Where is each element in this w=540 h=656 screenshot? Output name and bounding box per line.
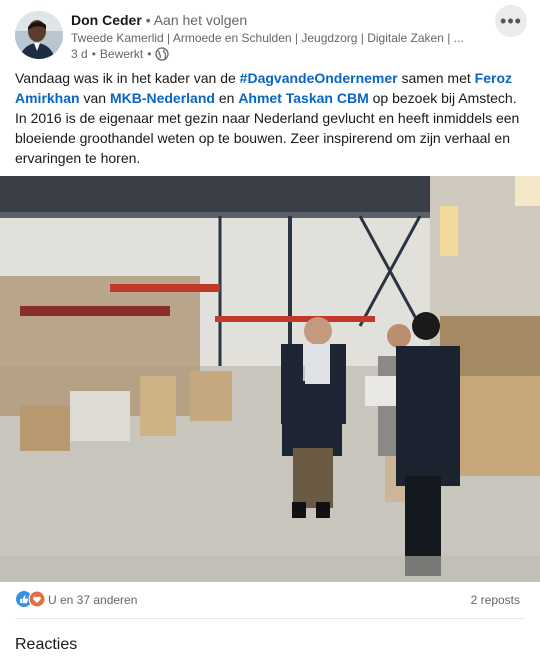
post-image[interactable] — [0, 176, 540, 582]
post-meta: 3 d • Bewerkt • — [71, 47, 170, 61]
hashtag-link[interactable]: #DagvandeOndernemer — [240, 70, 398, 86]
reaction-icons[interactable] — [15, 590, 49, 608]
divider — [15, 618, 525, 619]
dot-separator: • — [145, 12, 154, 28]
post-header: Don Ceder • Aan het volgen Tweede Kamerl… — [0, 0, 540, 66]
post-text-segment: en — [214, 90, 239, 106]
post-body: Vandaag was ik in het kader van de #Dagv… — [15, 68, 525, 168]
avatar-image — [15, 11, 63, 59]
reaction-count[interactable]: U en 37 anderen — [48, 593, 137, 607]
author-line: Don Ceder • Aan het volgen — [71, 12, 247, 28]
more-options-button[interactable]: ••• — [495, 5, 527, 37]
post-text-segment: Vandaag was ik in het kader van de — [15, 70, 240, 86]
dot-separator: • — [147, 47, 152, 61]
post-card: Don Ceder • Aan het volgen Tweede Kamerl… — [0, 0, 540, 656]
avatar[interactable] — [15, 11, 63, 59]
post-text-segment: samen met — [397, 70, 475, 86]
dot-separator: • — [91, 47, 96, 61]
follow-status: Aan het volgen — [153, 12, 248, 28]
edited-label: Bewerkt — [99, 47, 144, 61]
author-headline: Tweede Kamerlid | Armoede en Schulden | … — [71, 31, 464, 45]
ellipsis-icon: ••• — [500, 10, 522, 31]
comments-heading: Reacties — [15, 636, 78, 653]
social-counts: U en 37 anderen 2 reposts — [0, 590, 540, 610]
mention-link[interactable]: MKB-Nederland — [110, 90, 215, 106]
love-icon — [28, 590, 46, 608]
post-age: 3 d — [71, 47, 88, 61]
author-name[interactable]: Don Ceder — [71, 12, 142, 28]
mention-link[interactable]: Ahmet Taskan CBM — [238, 90, 368, 106]
post-text-segment: van — [79, 90, 110, 106]
reposts-count[interactable]: 2 reposts — [471, 593, 520, 607]
globe-icon — [155, 47, 170, 61]
